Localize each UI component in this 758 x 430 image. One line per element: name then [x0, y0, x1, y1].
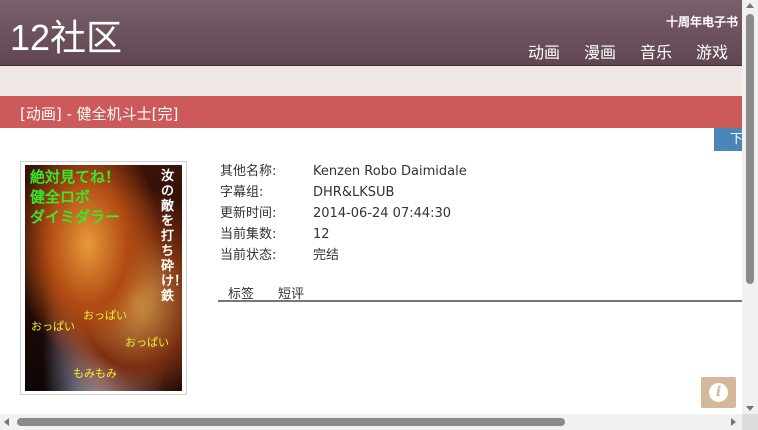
cover-text-line: おっぱい	[83, 309, 127, 322]
site-header: 12社区 十周年电子书 动画 漫画 音乐 游戏	[0, 0, 742, 66]
scrollbar-corner	[742, 414, 758, 430]
info-panel: 其他名称: Kenzen Robo Daimidale 字幕组: DHR&LKS…	[220, 164, 467, 269]
info-button[interactable]: i	[701, 377, 736, 408]
info-value: 2014-06-24 07:44:30	[313, 206, 452, 221]
cover-text-line: おっぱい	[31, 320, 75, 333]
page-title: [动画] - 健全机斗士[完]	[20, 105, 179, 123]
tab-short-reviews[interactable]: 短评	[278, 283, 304, 302]
cover-text-line: 健全ロボ	[30, 188, 91, 206]
info-value: Kenzen Robo Daimidale	[313, 164, 467, 179]
detail-tabs: 标签 短评	[218, 283, 742, 302]
info-row-subgroup: 字幕组: DHR&LKSUB	[220, 185, 467, 206]
info-label: 当前状态:	[220, 248, 277, 263]
info-label: 其他名称:	[220, 164, 277, 179]
info-row-status: 当前状态: 完结	[220, 248, 467, 269]
vertical-scrollbar[interactable]	[742, 0, 758, 430]
nav-item-music[interactable]: 音乐	[640, 39, 672, 63]
nav-item-manga[interactable]: 漫画	[584, 39, 616, 63]
info-value: 12	[313, 227, 330, 242]
title-bar: [动画] - 健全机斗士[完]	[0, 96, 742, 128]
scroll-down-icon[interactable]	[746, 406, 754, 411]
anniversary-ebook-link[interactable]: 十周年电子书	[666, 13, 738, 30]
cover-text-line: 絶対見てね！	[30, 168, 121, 186]
vertical-scroll-thumb[interactable]	[746, 14, 754, 284]
horizontal-scroll-thumb[interactable]	[17, 418, 565, 426]
info-row-episodes: 当前集数: 12	[220, 227, 467, 248]
tab-tags[interactable]: 标签	[228, 283, 254, 302]
nav-item-anime[interactable]: 动画	[528, 39, 560, 63]
info-label: 当前集数:	[220, 227, 277, 242]
scroll-right-icon[interactable]	[731, 418, 736, 426]
info-icon: i	[709, 383, 728, 402]
horizontal-scrollbar[interactable]	[0, 414, 742, 430]
info-label: 更新时间:	[220, 206, 277, 221]
cover-art: 絶対見てね！ 健全ロボ ダイミダラー 汝の敵を打ち砕け！鉄 おっぱい おっぱい …	[25, 165, 182, 391]
scroll-up-icon[interactable]	[746, 3, 754, 8]
cover-text-line: おっぱい	[125, 336, 169, 349]
sub-bar	[0, 66, 742, 96]
cover-vertical-text: 汝の敵を打ち砕け！鉄	[161, 169, 182, 304]
info-label: 字幕组:	[220, 185, 264, 200]
main-nav: 动画 漫画 音乐 游戏	[528, 39, 728, 63]
info-value: 完结	[313, 248, 340, 263]
scroll-left-icon[interactable]	[4, 418, 9, 426]
info-row-other-name: 其他名称: Kenzen Robo Daimidale	[220, 164, 467, 185]
cover-image[interactable]: 絶対見てね！ 健全ロボ ダイミダラー 汝の敵を打ち砕け！鉄 おっぱい おっぱい …	[20, 161, 187, 395]
download-button[interactable]: 下	[714, 128, 743, 151]
cover-text-line: もみもみ	[73, 367, 117, 380]
cover-text-line: ダイミダラー	[30, 208, 121, 226]
site-logo[interactable]: 12社区	[10, 14, 122, 62]
info-row-updated: 更新时间: 2014-06-24 07:44:30	[220, 206, 467, 227]
nav-item-games[interactable]: 游戏	[696, 39, 728, 63]
info-value: DHR&LKSUB	[313, 185, 395, 200]
